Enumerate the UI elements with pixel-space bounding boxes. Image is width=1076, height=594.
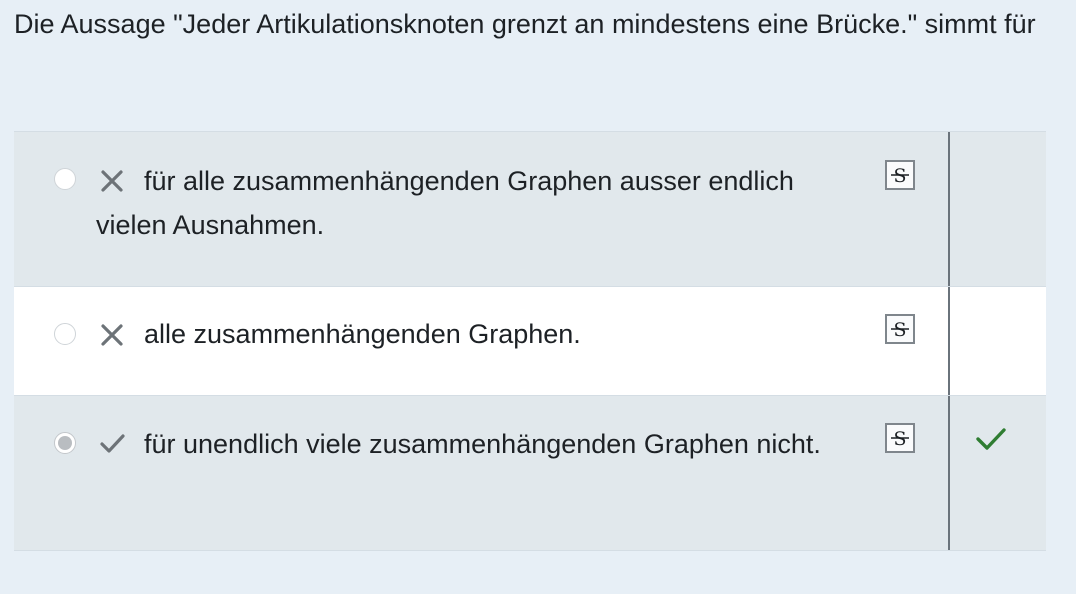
answer-radio-selected[interactable] (54, 432, 76, 454)
question-text: Die Aussage "Jeder Artikulationsknoten g… (14, 9, 1036, 39)
answer-label: für alle zusammenhängenden Graphen ausse… (96, 166, 794, 240)
strikethrough-button[interactable]: S (885, 314, 915, 344)
answer-radio[interactable] (54, 323, 76, 345)
svg-text:S: S (893, 319, 906, 341)
strikethrough-icon: S (891, 319, 909, 341)
strikethrough-icon: S (891, 165, 909, 187)
answer-list: für alle zusammenhängenden Graphen ausse… (14, 131, 1046, 551)
column-divider (948, 396, 950, 550)
answer-option[interactable]: für unendlich viele zusammenhängenden Gr… (14, 395, 1046, 551)
answer-radio[interactable] (54, 168, 76, 190)
correct-check-icon (976, 428, 1006, 450)
answer-label: alle zusammenhängenden Graphen. (144, 319, 581, 349)
answer-label: für unendlich viele zusammenhängenden Gr… (144, 429, 821, 459)
strikethrough-button[interactable]: S (885, 160, 915, 190)
answer-option[interactable]: für alle zusammenhängenden Graphen ausse… (14, 131, 1046, 286)
column-divider (948, 287, 950, 395)
strikethrough-button[interactable]: S (885, 423, 915, 453)
strikethrough-icon: S (891, 428, 909, 450)
svg-text:S: S (893, 428, 906, 450)
column-divider (948, 132, 950, 286)
answer-option[interactable]: alle zusammenhängenden Graphen. S (14, 286, 1046, 395)
svg-text:S: S (893, 165, 906, 187)
quiz-page: Die Aussage "Jeder Artikulationsknoten g… (0, 0, 1076, 594)
